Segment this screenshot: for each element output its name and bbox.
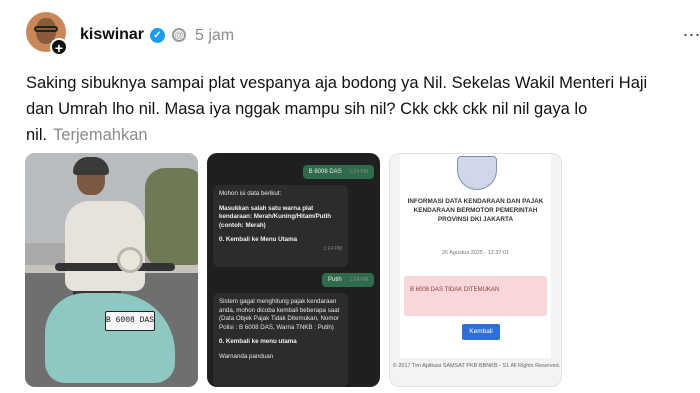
license-plate: B 6008 DAS xyxy=(105,311,155,331)
info-card: INFORMASI DATA KENDARAAN DAN PAJAK KENDA… xyxy=(400,154,551,358)
chat-bot-menu-2: 0. Kembali ke menu utama xyxy=(219,338,342,347)
post-text: Saking sibuknya sampai plat vespanya aja… xyxy=(26,70,666,148)
chat-message-out: Putih 1:24 PM xyxy=(322,273,374,287)
chat-bot-menu-2-text: 0. Kembali ke menu utama xyxy=(219,338,297,346)
vespa-headlight xyxy=(117,247,143,273)
chat-bot-body: Masukkan salah satu warna plat kendaraan… xyxy=(219,205,342,231)
chat-message-text: Putih xyxy=(328,277,342,283)
vespa-handlebar xyxy=(55,263,175,271)
username[interactable]: kiswinar xyxy=(80,26,144,44)
post-time[interactable]: 5 jam xyxy=(195,27,234,45)
info-copyright: © 2017 Tim Aplikasi SAMSAT PKB BBNKB - S… xyxy=(392,363,561,369)
chat-message-text: B 6008 DAS xyxy=(308,169,342,175)
verified-badge-icon: ✓ xyxy=(150,28,165,43)
threads-icon: @ xyxy=(172,28,186,42)
chat-bot-body-2: Sistem gagal menghitung pajak kendaraan … xyxy=(219,298,340,331)
post-image-photo[interactable]: B 6008 DAS xyxy=(25,153,198,387)
chat-bot-intro: Mohon isi data berikut: xyxy=(219,190,282,197)
photo-trees xyxy=(145,168,198,268)
dki-logo-icon xyxy=(457,156,497,190)
translate-link[interactable]: Terjemahkan xyxy=(53,126,147,144)
post-image-info[interactable]: INFORMASI DATA KENDARAAN DAN PAJAK KENDA… xyxy=(389,153,562,387)
chat-time: 1:24 PM xyxy=(349,169,368,175)
more-options-icon[interactable]: ... xyxy=(683,20,700,41)
chat-bot-menu: 0. Kembali ke Menu Utama xyxy=(219,236,342,245)
not-found-notice: B 6008 DAS TIDAK DITEMUKAN xyxy=(404,276,547,316)
info-date: 26 Agustus 2025 - 12:37:01 xyxy=(441,250,510,256)
follow-plus-icon[interactable]: + xyxy=(50,38,68,56)
chat-message-in: Mohon isi data berikut: Masukkan salah s… xyxy=(213,185,348,267)
rider-helmet xyxy=(73,157,109,175)
chat-bot-menu-text: 0. Kembali ke Menu Utama xyxy=(219,236,298,244)
chat-time: 1:24 PM xyxy=(323,245,342,252)
post-image-chat[interactable]: B 6008 DAS 1:24 PM Mohon isi data beriku… xyxy=(207,153,380,387)
avatar-glasses xyxy=(34,26,58,32)
chat-time: 1:24 PM xyxy=(349,277,368,283)
back-button[interactable]: Kembali xyxy=(462,324,500,340)
chat-message-out: B 6008 DAS 1:24 PM xyxy=(302,165,374,179)
chat-bot-body-text: Masukkan salah satu warna plat kendaraan… xyxy=(219,204,332,229)
rider-body xyxy=(65,201,145,291)
chat-message-in: Sistem gagal menghitung pajak kendaraan … xyxy=(213,293,348,387)
chat-bot-footer: Warnanda panduan xyxy=(219,352,274,360)
info-title: INFORMASI DATA KENDARAAN DAN PAJAK KENDA… xyxy=(407,198,544,223)
